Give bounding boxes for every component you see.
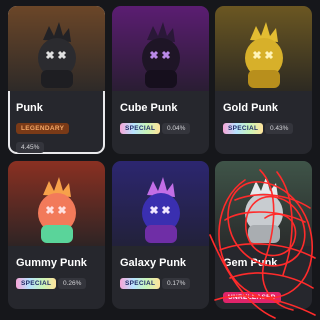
- card-name: Cube Punk: [120, 102, 178, 114]
- drop-percent: 0.04%: [162, 123, 191, 134]
- punk-character-icon: [37, 22, 76, 88]
- card-punk[interactable]: Punk LEGENDARY 4.45%: [8, 6, 105, 154]
- gold-punk-character-icon: [244, 22, 283, 88]
- drop-percent: 0.43%: [265, 123, 294, 134]
- rarity-badge: SPECIAL: [120, 123, 161, 134]
- cube-punk-character-icon: [141, 22, 180, 88]
- card-cube-punk[interactable]: Cube Punk SPECIAL 0.04%: [112, 6, 209, 154]
- gummy-punk-character-icon: [37, 177, 76, 243]
- card-name: Galaxy Punk: [120, 257, 187, 269]
- card-name: Punk: [16, 102, 43, 114]
- gem-punk-character-icon: [244, 177, 283, 243]
- card-gem-punk[interactable]: Gem Punk UNRELEASED: [215, 161, 312, 309]
- card-name: Gold Punk: [223, 102, 278, 114]
- rarity-badge: UNRELEASED: [223, 292, 281, 303]
- rarity-badge: SPECIAL: [16, 278, 57, 289]
- drop-percent: 4.45%: [16, 142, 45, 153]
- card-gold-punk[interactable]: Gold Punk SPECIAL 0.43%: [215, 6, 312, 154]
- drop-percent: 0.26%: [58, 278, 87, 289]
- rarity-badge: SPECIAL: [120, 278, 161, 289]
- drop-percent: 0.17%: [162, 278, 191, 289]
- card-name: Gummy Punk: [16, 257, 87, 269]
- rarity-badge: SPECIAL: [223, 123, 264, 134]
- card-gummy-punk[interactable]: Gummy Punk SPECIAL 0.26%: [8, 161, 105, 309]
- galaxy-punk-character-icon: [141, 177, 180, 243]
- card-galaxy-punk[interactable]: Galaxy Punk SPECIAL 0.17%: [112, 161, 209, 309]
- card-name: Gem Punk: [223, 257, 278, 269]
- rarity-badge: LEGENDARY: [16, 123, 70, 134]
